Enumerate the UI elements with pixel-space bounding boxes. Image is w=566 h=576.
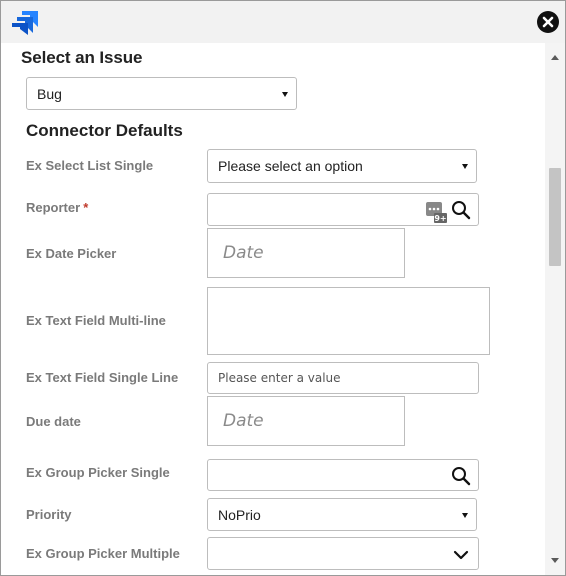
close-button[interactable] [537,11,559,33]
select-list-single-select[interactable]: Please select an option [207,149,477,183]
due-date-label: Due date [26,414,81,429]
form-content: Select an Issue Bug Connector Defaults E… [1,43,545,575]
reporter-input[interactable]: 9+ [207,193,479,226]
priority-select[interactable]: NoPrio [207,498,477,531]
count-badge: 9+ [434,214,446,223]
reporter-label-text: Reporter [26,200,81,215]
caret-down-icon [462,164,468,169]
text-single-input[interactable] [207,362,479,394]
user-picker-icon[interactable]: 9+ [426,202,448,224]
text-single-label: Ex Text Field Single Line [26,370,179,385]
date-placeholder: Date [223,243,264,263]
text-multi-label: Ex Text Field Multi-line [26,313,166,328]
select-list-single-label: Ex Select List Single [26,158,154,173]
search-icon[interactable] [451,200,471,220]
group-picker-multiple-select[interactable] [207,537,479,570]
due-date-input[interactable]: Date [207,396,405,446]
close-icon [542,16,554,28]
search-icon[interactable] [451,466,471,486]
title-bar [1,1,565,43]
reporter-label: Reporter * [26,200,88,215]
text-multi-textarea[interactable] [207,287,490,355]
scroll-down-arrow-icon[interactable] [551,558,559,563]
select-issue-heading: Select an Issue [21,48,143,67]
priority-label: Priority [26,507,72,522]
chevron-down-icon[interactable] [453,549,469,561]
group-picker-single-label: Ex Group Picker Single [26,465,170,480]
required-marker: * [83,200,89,215]
caret-down-icon [282,91,288,97]
vertical-scrollbar[interactable] [545,43,565,575]
caret-down-icon [462,512,468,518]
scrollbar-thumb[interactable] [549,168,561,266]
connector-defaults-heading: Connector Defaults [26,121,183,140]
scroll-up-arrow-icon[interactable] [551,55,559,60]
select-list-single-value: Please select an option [218,158,363,174]
date-picker-input[interactable]: Date [207,228,405,278]
dialog-window: Select an Issue Bug Connector Defaults E… [0,0,566,576]
issue-type-select[interactable]: Bug [26,77,297,110]
priority-value: NoPrio [218,506,261,523]
jira-logo-icon [12,11,38,35]
date-picker-label: Ex Date Picker [26,246,117,261]
due-date-placeholder: Date [223,411,264,431]
group-picker-single-input[interactable] [207,459,479,491]
group-picker-multiple-label: Ex Group Picker Multiple [26,546,180,561]
issue-type-value: Bug [37,85,62,102]
